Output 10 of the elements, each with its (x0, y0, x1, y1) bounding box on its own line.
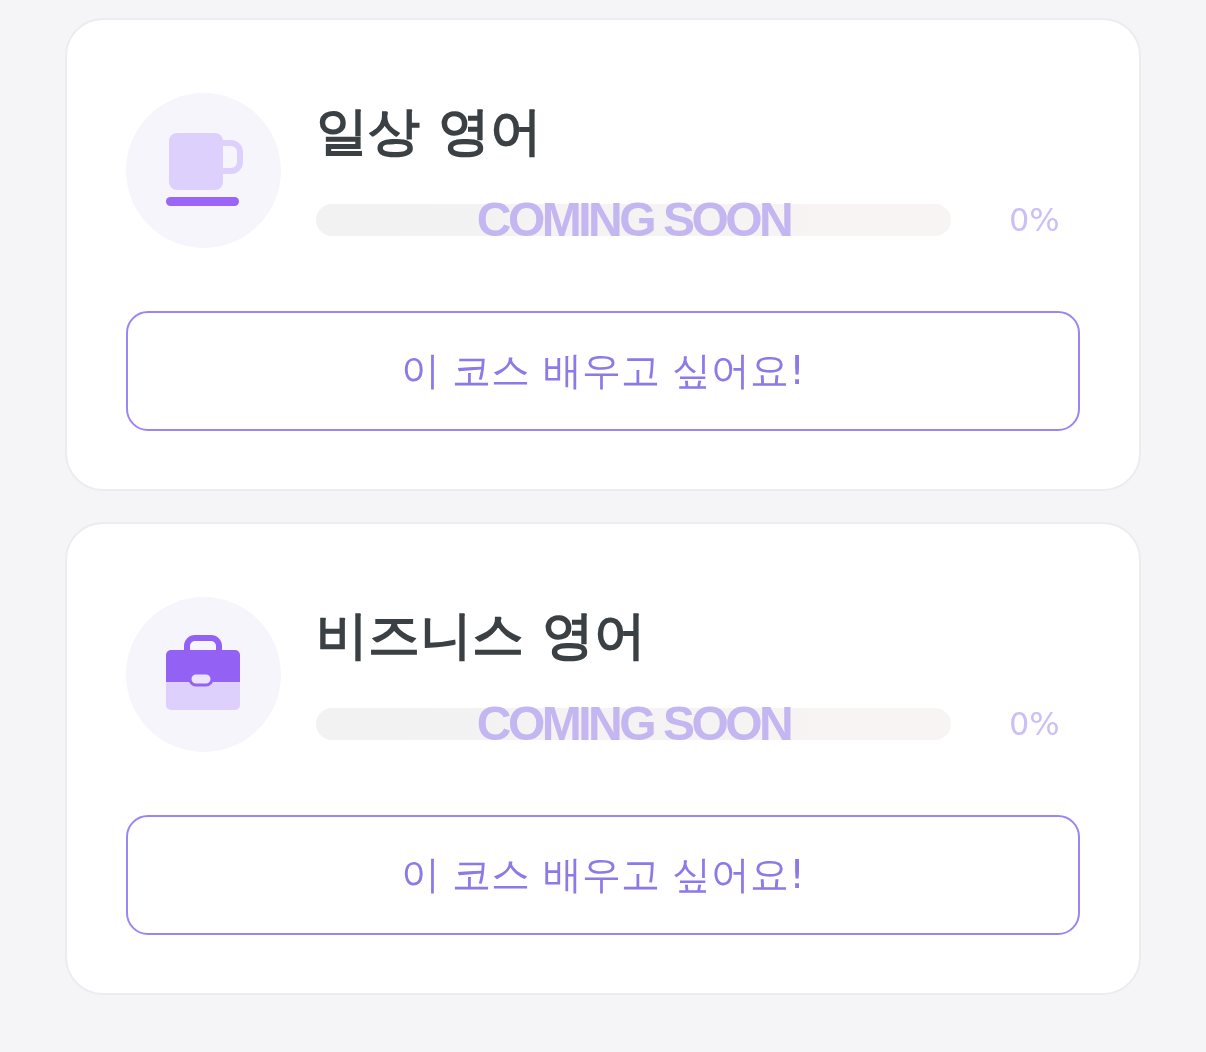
status-label: COMING SOON (476, 196, 791, 244)
want-course-button[interactable]: 이 코스 배우고 싶어요! (126, 311, 1080, 431)
status-label: COMING SOON (476, 700, 791, 748)
course-title: 일상 영어 (316, 100, 544, 163)
progress-percent: 0% (1009, 201, 1060, 239)
progress-percent: 0% (1009, 705, 1060, 743)
want-course-button[interactable]: 이 코스 배우고 싶어요! (126, 815, 1080, 935)
briefcase-icon (126, 597, 281, 752)
course-title: 비즈니스 영어 (316, 604, 648, 667)
cup-icon (126, 93, 281, 248)
